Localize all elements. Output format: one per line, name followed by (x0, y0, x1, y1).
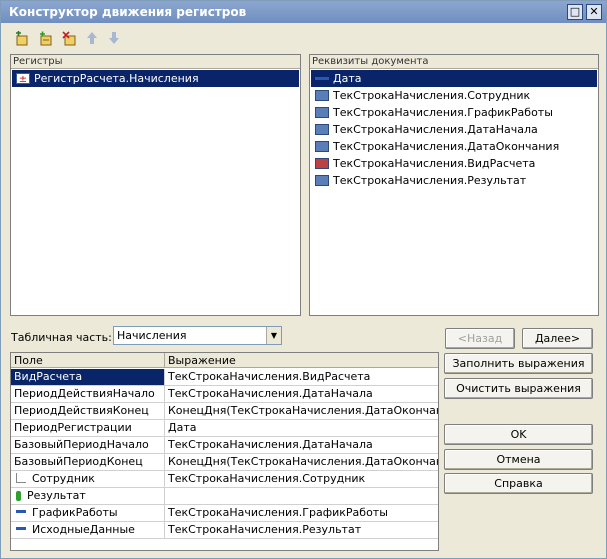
field-cell[interactable]: БазовыйПериодКонец (11, 454, 165, 470)
field-cell[interactable]: ПериодРегистрации (11, 420, 165, 436)
attribute-icon (16, 527, 26, 530)
attribute-icon (16, 510, 26, 513)
table-row[interactable]: ВидРасчета ТекСтрокаНачисления.ВидРасчет… (11, 369, 438, 386)
attribute-label: ТекСтрокаНачисления.ДатаНачала (333, 123, 538, 136)
back-button[interactable]: <Назад (445, 328, 515, 349)
field-label: ГрафикРаботы (32, 506, 118, 519)
field-cell[interactable]: Результат (11, 488, 165, 504)
delete-icon[interactable] (61, 31, 79, 49)
table-attribute-icon (315, 124, 329, 135)
dimension-icon (16, 473, 26, 483)
title-bar: Конструктор движения регистров □ ✕ (1, 1, 606, 23)
attribute-item[interactable]: ТекСтрокаНачисления.Сотрудник (311, 87, 597, 104)
maximize-button[interactable]: □ (567, 4, 583, 20)
column-header-expression[interactable]: Выражение (165, 353, 438, 368)
attribute-item[interactable]: ТекСтрокаНачисления.ДатаНачала (311, 121, 597, 138)
close-button[interactable]: ✕ (586, 4, 602, 20)
fill-expressions-button[interactable]: Заполнить выражения (444, 353, 593, 374)
field-cell[interactable]: ВидРасчета (11, 369, 165, 385)
table-row[interactable]: ПериодРегистрации Дата (11, 420, 438, 437)
resource-icon (16, 491, 21, 501)
field-label: ИсходныеДанные (32, 523, 135, 536)
field-cell[interactable]: ГрафикРаботы (11, 505, 165, 521)
field-cell[interactable]: ПериодДействияНачало (11, 386, 165, 402)
tabular-part-label: Табличная часть: (11, 331, 112, 344)
attribute-label: ТекСтрокаНачисления.ДатаОкончания (333, 140, 560, 153)
attribute-item[interactable]: ТекСтрокаНачисления.Результат (311, 172, 597, 189)
register-icon: ± (16, 73, 30, 85)
move-up-icon[interactable] (83, 31, 101, 49)
expression-cell[interactable]: КонецДня(ТекСтрокаНачисления.ДатаОкончан… (165, 454, 438, 470)
ok-button[interactable]: OK (444, 424, 593, 445)
field-label: Сотрудник (32, 472, 95, 485)
field-cell[interactable]: ПериодДействияКонец (11, 403, 165, 419)
registers-header: Регистры (11, 55, 300, 69)
attributes-header: Реквизиты документа (310, 55, 598, 69)
table-row[interactable]: ПериодДействияНачало ТекСтрокаНачисления… (11, 386, 438, 403)
tabular-part-value: Начисления (117, 329, 187, 342)
table-header: Поле Выражение (11, 353, 438, 368)
attribute-item[interactable]: ТекСтрокаНачисления.ДатаОкончания (311, 138, 597, 155)
attribute-label: ТекСтрокаНачисления.ГрафикРаботы (333, 106, 553, 119)
mapping-table: Поле Выражение ВидРасчета ТекСтрокаНачис… (10, 352, 439, 551)
chevron-down-icon[interactable]: ▼ (266, 327, 281, 344)
expression-cell[interactable]: КонецДня(ТекСтрокаНачисления.ДатаОкончан… (165, 403, 438, 419)
registers-panel: Регистры ± РегистрРасчета.Начисления (10, 54, 301, 316)
table-row[interactable]: ПериодДействияКонец КонецДня(ТекСтрокаНа… (11, 403, 438, 420)
table-attribute-icon (315, 90, 329, 101)
table-attribute-icon (315, 107, 329, 118)
attribute-label: ТекСтрокаНачисления.Результат (333, 174, 527, 187)
register-item-label: РегистрРасчета.Начисления (34, 72, 199, 85)
attribute-item[interactable]: ТекСтрокаНачисления.ГрафикРаботы (311, 104, 597, 121)
field-cell[interactable]: ИсходныеДанные (11, 522, 165, 538)
help-button[interactable]: Справка (444, 473, 593, 494)
attribute-item[interactable]: ТекСтрокаНачисления.ВидРасчета (311, 155, 597, 172)
window-title: Конструктор движения регистров (9, 5, 247, 19)
expression-cell[interactable]: ТекСтрокаНачисления.ГрафикРаботы (165, 505, 438, 521)
attribute-label: ТекСтрокаНачисления.ВидРасчета (333, 157, 536, 170)
expression-cell[interactable]: ТекСтрокаНачисления.Результат (165, 522, 438, 538)
column-header-field[interactable]: Поле (11, 353, 165, 368)
constructor-window: Конструктор движения регистров □ ✕ Регис… (0, 0, 607, 559)
attributes-panel: Реквизиты документа Дата ТекСтрокаНачисл… (309, 54, 599, 316)
expression-cell[interactable] (165, 488, 438, 504)
attribute-label: Дата (333, 72, 362, 85)
field-label: Результат (27, 489, 86, 502)
add-line-icon[interactable] (37, 31, 55, 49)
table-row[interactable]: Результат (11, 488, 438, 505)
register-item[interactable]: ± РегистрРасчета.Начисления (12, 70, 299, 87)
expression-cell[interactable]: ТекСтрокаНачисления.ДатаНачала (165, 386, 438, 402)
table-attribute-icon (315, 141, 329, 152)
table-row[interactable]: ГрафикРаботы ТекСтрокаНачисления.ГрафикР… (11, 505, 438, 522)
expression-cell[interactable]: ТекСтрокаНачисления.ДатаНачала (165, 437, 438, 453)
table-row[interactable]: БазовыйПериодКонец КонецДня(ТекСтрокаНач… (11, 454, 438, 471)
cancel-button[interactable]: Отмена (444, 449, 593, 470)
table-row[interactable]: ИсходныеДанные ТекСтрокаНачисления.Резул… (11, 522, 438, 539)
expression-cell[interactable]: ТекСтрокаНачисления.ВидРасчета (165, 369, 438, 385)
table-attribute-icon (315, 175, 329, 186)
clear-expressions-button[interactable]: Очистить выражения (444, 378, 593, 399)
attribute-item[interactable]: Дата (311, 70, 597, 87)
attribute-label: ТекСтрокаНачисления.Сотрудник (333, 89, 531, 102)
tabular-part-select[interactable]: Начисления ▼ (113, 326, 282, 345)
expression-cell[interactable]: Дата (165, 420, 438, 436)
expression-cell[interactable]: ТекСтрокаНачисления.Сотрудник (165, 471, 438, 487)
table-attribute-check-icon (315, 158, 329, 169)
add-register-icon[interactable] (13, 31, 31, 49)
attribute-icon (315, 77, 329, 80)
field-cell[interactable]: БазовыйПериодНачало (11, 437, 165, 453)
next-button[interactable]: Далее> (522, 328, 593, 349)
table-row[interactable]: Сотрудник ТекСтрокаНачисления.Сотрудник (11, 471, 438, 488)
move-down-icon[interactable] (105, 31, 123, 49)
field-cell[interactable]: Сотрудник (11, 471, 165, 487)
table-row[interactable]: БазовыйПериодНачало ТекСтрокаНачисления.… (11, 437, 438, 454)
